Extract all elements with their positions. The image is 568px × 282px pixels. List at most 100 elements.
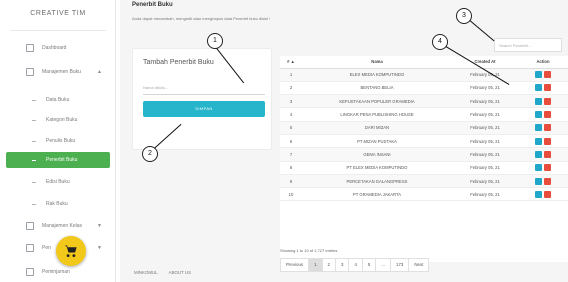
edit-icon[interactable] [535, 124, 542, 132]
row-actions [518, 134, 568, 149]
sidebar-item-manajemen-kelas[interactable]: Manajemen Kelas ▼ [0, 218, 116, 234]
edit-icon[interactable] [535, 137, 542, 145]
row-actions [518, 174, 568, 189]
pagination-page-4[interactable]: 4 [348, 258, 363, 272]
row-name: KEPUSTAKAAN POPULER GRAMEDIA [302, 94, 452, 109]
app-window: CREATIVE TIM Dashboard Manajemen Buku ▲ … [0, 0, 568, 282]
trash-icon[interactable] [544, 137, 551, 145]
sidebar-item-dashboard[interactable]: Dashboard [0, 40, 116, 56]
user-icon [26, 244, 34, 252]
sidebar-item-penerbit-buku[interactable]: Penerbit Buku [6, 152, 110, 168]
chevron-down-icon: ▼ [97, 245, 102, 251]
table-row: 9 PERCETAKAN GALANGPRESS February 05, 21 [280, 174, 568, 189]
edit-icon[interactable] [535, 190, 542, 198]
row-number: 7 [280, 147, 302, 162]
row-actions [518, 147, 568, 162]
table-row: 1 ELEX MEDIA KOMPUTINDO February 05, 21 [280, 68, 568, 82]
edit-icon[interactable] [535, 71, 542, 79]
trash-icon[interactable] [544, 150, 551, 158]
brand-logo[interactable]: CREATIVE TIM [0, 10, 116, 17]
add-publisher-title: Tambah Penerbit Buku [143, 59, 214, 66]
trash-icon[interactable] [544, 111, 551, 119]
publisher-table-card: # ▲ Nama Created At Action 1 ELEX MEDIA K… [280, 56, 568, 262]
sidebar-item-label: Edisi Buku [46, 179, 70, 185]
pagination-page-2[interactable]: 2 [321, 258, 336, 272]
trash-icon[interactable] [544, 190, 551, 198]
row-name: DAR! MIZAN [302, 121, 452, 135]
dashboard-icon [26, 44, 34, 52]
pagination-previous[interactable]: Previous [280, 258, 310, 272]
sidebar-item-penulis-buku[interactable]: Penulis Buku [0, 133, 116, 149]
edit-icon[interactable] [535, 150, 542, 158]
row-name: PT MIZAN PUSTAKA [302, 134, 452, 149]
row-number: 3 [280, 94, 302, 109]
cart-icon [65, 245, 77, 258]
row-name: LINGKAR PENA PUBLISHING HOUSE [302, 107, 452, 122]
row-date: February 05, 21 [452, 94, 518, 109]
row-actions [518, 187, 568, 202]
table-row: 7 GEMA INSANI February 05, 21 [280, 147, 568, 162]
column-header-number[interactable]: # ▲ [280, 56, 302, 69]
sidebar-item-label: Rak Buku [46, 201, 68, 207]
pagination-page-173[interactable]: 173 [390, 258, 410, 272]
search-input[interactable]: Search Penerbit... [494, 38, 562, 52]
sidebar-item-label: Peminjaman [42, 269, 70, 275]
sidebar-item-edisi-buku[interactable]: Edisi Buku [0, 174, 116, 190]
trash-icon[interactable] [544, 97, 551, 105]
column-header-created-at[interactable]: Created At [452, 56, 518, 69]
edit-icon[interactable] [535, 177, 542, 185]
table-row: 3 KEPUSTAKAAN POPULER GRAMEDIA February 05… [280, 94, 568, 109]
edit-icon[interactable] [535, 111, 542, 119]
row-name: BENTANG BELIA [302, 81, 452, 96]
row-name: PT GRAMEDIA JAKARTA [302, 187, 452, 202]
pagination-page-1[interactable]: 1 [308, 258, 323, 272]
edit-icon[interactable] [535, 84, 542, 92]
table-row: 2 BENTANG BELIA February 05, 21 [280, 81, 568, 96]
table-header-row: # ▲ Nama Created At Action [280, 56, 568, 69]
table-info: Showing 1 to 10 of 1,727 entries [280, 248, 338, 253]
save-button[interactable]: SIMPAN [143, 101, 265, 117]
edit-icon[interactable] [535, 97, 542, 105]
sidebar-item-kategori-buku[interactable]: Kategori Buku [0, 112, 116, 128]
trash-icon[interactable] [544, 177, 551, 185]
trash-icon[interactable] [544, 71, 551, 79]
cart-fab-button[interactable] [56, 236, 86, 266]
row-number: 5 [280, 121, 302, 135]
table-row: 6 PT MIZAN PUSTAKA February 05, 21 [280, 134, 568, 149]
sidebar-item-data-buku[interactable]: Data Buku [0, 92, 116, 108]
sidebar-item-rak-buku[interactable]: Rak Buku [0, 196, 116, 212]
chevron-up-icon: ▲ [97, 69, 102, 75]
pagination-page-5[interactable]: 5 [361, 258, 377, 272]
page-description: Anda dapat menambah, mengedit atau mengh… [132, 16, 271, 21]
publisher-name-input[interactable]: Nama ditulis... [143, 81, 265, 95]
annotation-marker-4: 4 [432, 34, 448, 50]
sidebar-item-label: Dashboard [42, 45, 67, 51]
sidebar-item-label: Kategori Buku [46, 117, 78, 123]
row-actions [518, 94, 568, 109]
table-row: 10 PT GRAMEDIA JAKARTA February 05, 21 [280, 187, 568, 202]
row-number: 10 [280, 187, 302, 202]
sidebar-item-manajemen-buku[interactable]: Manajemen Buku ▲ [0, 64, 116, 80]
footer: MINKOMUL ABOUT US [134, 270, 201, 275]
sidebar-item-label: Manajemen Buku [42, 69, 81, 75]
trash-icon[interactable] [544, 84, 551, 92]
annotation-marker-1: 1 [207, 33, 223, 49]
table-row: 4 LINGKAR PENA PUBLISHING HOUSE February 0… [280, 107, 568, 122]
sidebar-item-peminjaman[interactable]: Peminjaman [0, 264, 116, 280]
footer-link-about[interactable]: ABOUT US [169, 270, 191, 275]
footer-link-minkomul[interactable]: MINKOMUL [134, 270, 158, 275]
trash-icon[interactable] [544, 124, 551, 132]
row-number: 6 [280, 134, 302, 149]
row-actions [518, 161, 568, 175]
row-date: February 05, 21 [452, 107, 518, 122]
row-date: February 05, 21 [452, 147, 518, 162]
column-header-name[interactable]: Nama [302, 56, 452, 69]
class-icon [26, 222, 34, 230]
pagination-page-3[interactable]: 3 [335, 258, 350, 272]
edit-icon[interactable] [535, 164, 542, 172]
brand-divider [10, 30, 106, 31]
row-name: PERCETAKAN GALANGPRESS [302, 174, 452, 189]
pagination-next[interactable]: Next [408, 258, 430, 272]
row-actions [518, 107, 568, 122]
trash-icon[interactable] [544, 164, 551, 172]
